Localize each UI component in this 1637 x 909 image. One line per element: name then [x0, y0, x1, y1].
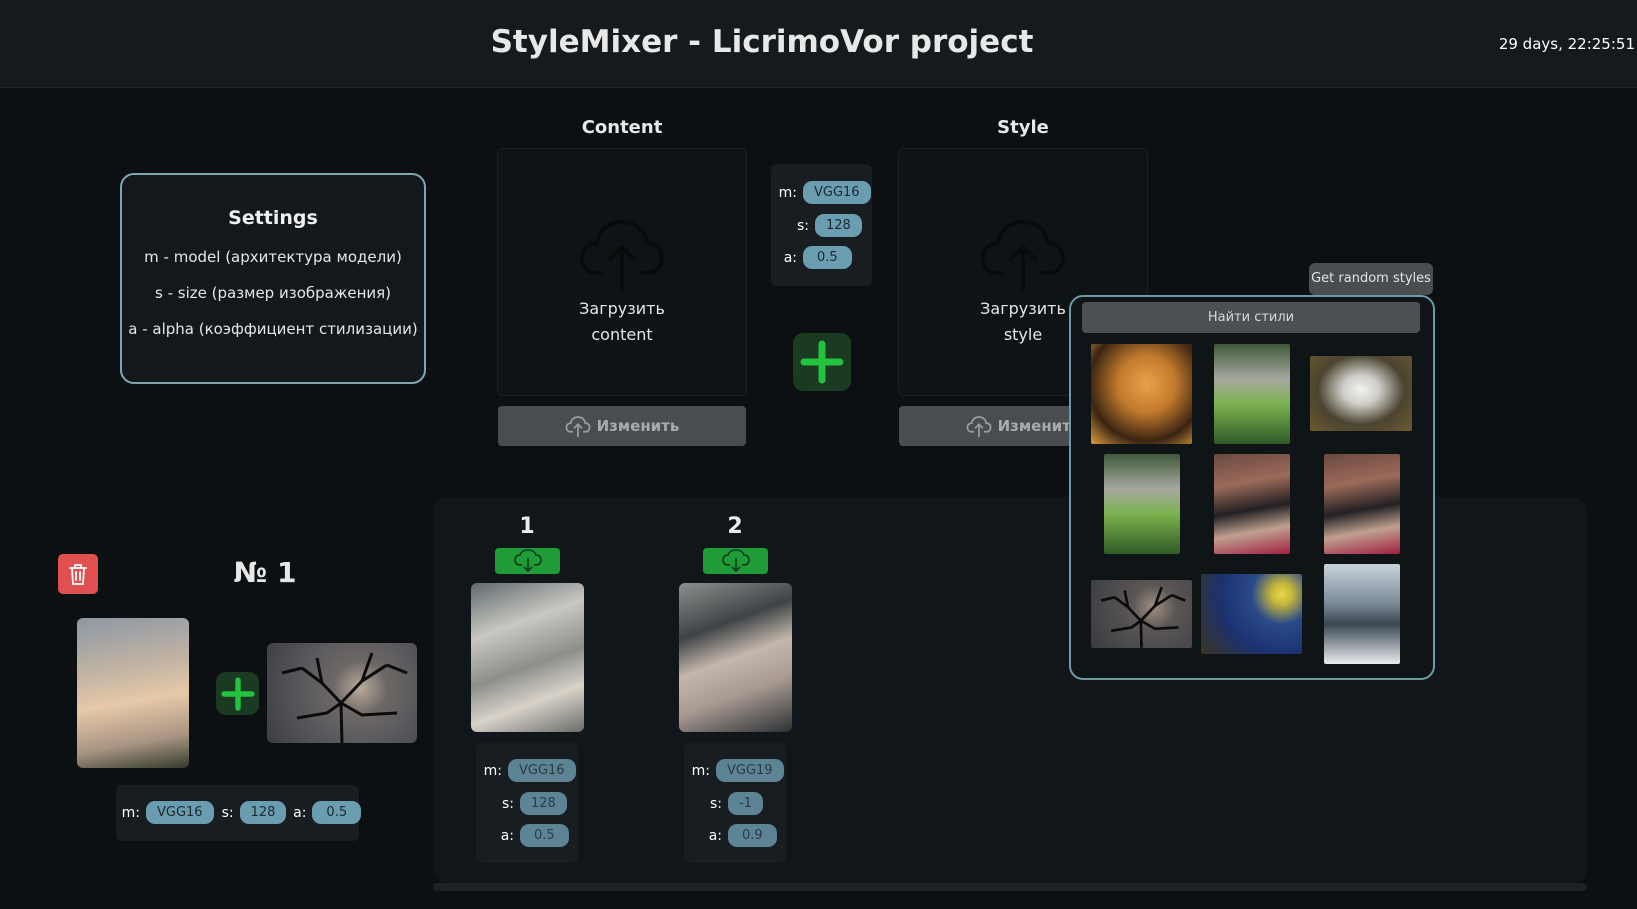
result-2-params: m: VGG19 s: -1 a: 0.9 — [684, 742, 786, 863]
style-heading: Style — [997, 117, 1049, 138]
cloud-download-icon — [513, 549, 542, 573]
style-thumb-starry-night[interactable] — [1201, 574, 1302, 654]
content-change-button[interactable]: Изменить — [498, 406, 746, 446]
params-panel: m: VGG16 s: 128 a: 0.5 — [771, 164, 872, 286]
entry-title: № 1 — [233, 556, 297, 589]
entry-content-image[interactable] — [77, 618, 189, 768]
header-bar: StyleMixer - LicrimoVor project 29 days,… — [0, 0, 1637, 88]
style-thumb-tree-branches-moon[interactable] — [1091, 580, 1192, 648]
param-model-row: m: VGG16 — [775, 181, 871, 204]
settings-title: Settings — [228, 207, 318, 229]
cloud-download-icon — [721, 549, 750, 573]
header-timer: 29 days, 22:25:51 — [1498, 35, 1635, 53]
result-1-alpha-label: a: — [500, 827, 514, 844]
param-size-row: s: 128 — [775, 214, 862, 237]
entry-model-chip: VGG16 — [146, 801, 214, 824]
entry-style-image[interactable] — [267, 643, 417, 743]
result-2-number: 2 — [727, 514, 743, 539]
param-alpha-row: a: 0.5 — [775, 246, 852, 269]
cloud-upload-icon — [580, 220, 664, 291]
trash-icon — [69, 564, 87, 585]
result-1-download-button[interactable] — [495, 548, 560, 574]
result-2-model-chip: VGG19 — [716, 759, 784, 782]
result-1-size-chip: 128 — [520, 792, 567, 815]
content-heading: Content — [581, 117, 663, 138]
result-2-alpha-chip: 0.9 — [728, 824, 777, 847]
result-2-alpha-row: a: 0.9 — [688, 824, 777, 847]
param-alpha-label: a: — [783, 249, 797, 266]
result-2-download-button[interactable] — [703, 548, 768, 574]
entry-size-label: s: — [221, 804, 234, 821]
result-1-model-chip: VGG16 — [508, 759, 576, 782]
result-1-alpha-row: a: 0.5 — [480, 824, 569, 847]
entry-alpha-chip: 0.5 — [312, 801, 362, 824]
content-upload-label-line2: content — [591, 325, 653, 344]
results-scrollbar[interactable] — [433, 883, 1587, 891]
app-title: StyleMixer - LicrimoVor project — [490, 24, 1034, 60]
content-upload-label-line1: Загрузить — [579, 299, 665, 318]
result-1-image[interactable] — [471, 583, 584, 732]
find-styles-button[interactable]: Найти стили — [1082, 302, 1420, 333]
get-random-styles-button[interactable]: Get random styles — [1309, 263, 1433, 295]
style-thumb-cat-doorway[interactable] — [1214, 454, 1290, 554]
entry-params: m: VGG16 s: 128 a: 0.5 — [116, 785, 362, 841]
result-1-params: m: VGG16 s: 128 a: 0.5 — [476, 742, 578, 863]
style-thumb-cat-doorway-2[interactable] — [1324, 454, 1400, 554]
content-upload-area[interactable]: Загрузить content — [497, 148, 747, 396]
mix-button[interactable] — [793, 333, 851, 391]
entry-model-label: m: — [121, 804, 140, 821]
content-change-label: Изменить — [596, 417, 680, 435]
style-thumb-zebra-grass-2[interactable] — [1104, 454, 1180, 554]
param-size-label: s: — [796, 217, 809, 234]
cloud-upload-icon — [966, 416, 992, 437]
settings-alpha-line: a - alpha (коэффициент стилизации) — [128, 320, 418, 338]
result-2-size-row: s: -1 — [688, 792, 763, 815]
result-1-number: 1 — [519, 514, 535, 539]
param-model-label: m: — [778, 184, 797, 201]
result-2-model-label: m: — [691, 762, 710, 779]
plus-icon — [220, 676, 255, 711]
entry-size-chip: 128 — [239, 801, 287, 824]
result-2-image[interactable] — [679, 583, 792, 732]
result-2-alpha-label: a: — [708, 827, 722, 844]
delete-entry-button[interactable] — [58, 554, 98, 594]
style-change-label: Изменить — [997, 417, 1081, 435]
param-alpha-chip[interactable]: 0.5 — [803, 246, 852, 269]
settings-panel: Settings m - model (архитектура модели) … — [120, 173, 426, 384]
result-1-model-label: m: — [483, 762, 502, 779]
settings-model-line: m - model (архитектура модели) — [144, 248, 402, 266]
tree-branches-graphic — [1100, 586, 1186, 648]
param-size-chip[interactable]: 128 — [815, 214, 862, 237]
style-thumb-zebra-grass[interactable] — [1214, 344, 1290, 444]
tree-branches-graphic — [281, 652, 408, 743]
style-thumb-snowy-street[interactable] — [1324, 564, 1400, 664]
cloud-upload-icon — [565, 416, 591, 437]
plus-icon — [800, 340, 844, 384]
result-1-size-row: s: 128 — [480, 792, 567, 815]
param-model-chip[interactable]: VGG16 — [803, 181, 871, 204]
result-1-model-row: m: VGG16 — [480, 759, 576, 782]
result-2-size-label: s: — [709, 795, 722, 812]
style-thumb-bee-cartoon[interactable] — [1091, 344, 1192, 444]
result-1-size-label: s: — [501, 795, 514, 812]
result-2-size-chip: -1 — [728, 792, 763, 815]
entry-plus-icon — [216, 672, 259, 715]
settings-size-line: s - size (размер изображения) — [154, 284, 392, 302]
entry-params-row: m: VGG16 s: 128 a: 0.5 — [118, 801, 362, 824]
entry-alpha-label: a: — [293, 804, 307, 821]
cloud-upload-icon — [981, 220, 1065, 291]
result-1-alpha-chip: 0.5 — [520, 824, 569, 847]
result-2-model-row: m: VGG19 — [688, 759, 784, 782]
style-thumb-white-horse[interactable] — [1310, 356, 1412, 431]
